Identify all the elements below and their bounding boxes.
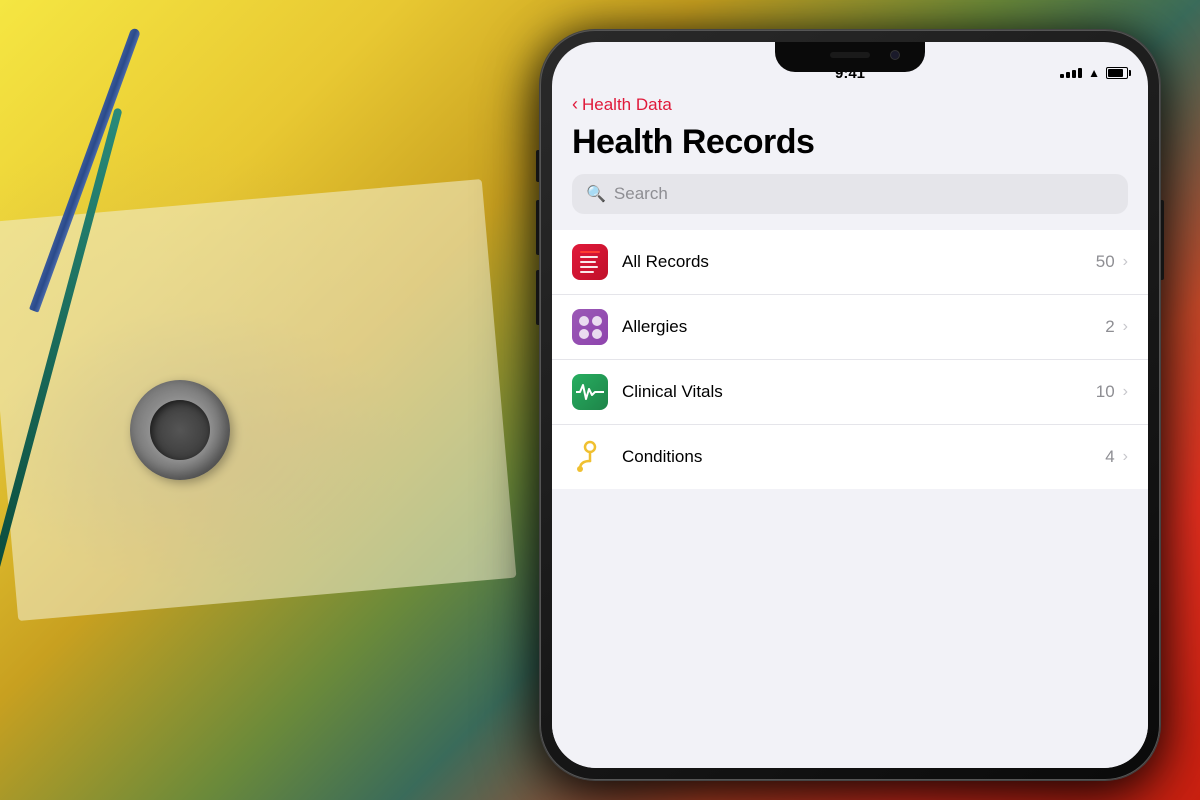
search-icon: 🔍 [586, 184, 606, 204]
conditions-count: 4 [1105, 447, 1114, 467]
all-records-label: All Records [622, 252, 1096, 272]
signal-bar-1 [1060, 74, 1064, 78]
dot-1 [579, 316, 589, 326]
conditions-icon [572, 439, 608, 475]
dot-2 [592, 316, 602, 326]
nav-bar: ‹ Health Data [552, 86, 1148, 119]
signal-bars [1060, 68, 1082, 78]
dot-4 [592, 329, 602, 339]
all-records-chevron: › [1123, 253, 1128, 271]
list-item-conditions[interactable]: Conditions 4 › [552, 425, 1148, 489]
clinical-vitals-count: 10 [1096, 382, 1115, 402]
phone-screen: 9:41 ▲ [552, 42, 1148, 768]
rec-line-red [580, 251, 600, 253]
notch [775, 42, 925, 72]
clinical-vitals-label: Clinical Vitals [622, 382, 1096, 402]
allergies-chevron: › [1123, 318, 1128, 336]
back-button[interactable]: ‹ Health Data [572, 94, 1128, 115]
list-item-all-records[interactable]: All Records 50 › [552, 230, 1148, 295]
signal-bar-4 [1078, 68, 1082, 78]
allergy-dots [574, 311, 607, 344]
rec-line-2 [580, 261, 596, 263]
conditions-svg [574, 439, 606, 475]
power-button [1160, 200, 1164, 280]
records-lines [576, 247, 604, 277]
signal-bar-3 [1072, 70, 1076, 78]
back-chevron-icon: ‹ [572, 94, 578, 115]
clinical-vitals-chevron: › [1123, 383, 1128, 401]
allergies-icon [572, 309, 608, 345]
rec-line-4 [580, 271, 594, 273]
allergies-label: Allergies [622, 317, 1105, 337]
battery-icon [1106, 67, 1128, 79]
battery-fill [1108, 69, 1123, 77]
list-item-clinical-vitals[interactable]: Clinical Vitals 10 › [552, 360, 1148, 425]
stethoscope-inner [150, 400, 210, 460]
list-item-allergies[interactable]: Allergies 2 › [552, 295, 1148, 360]
dot-3 [579, 329, 589, 339]
signal-bar-2 [1066, 72, 1070, 78]
conditions-chevron: › [1123, 448, 1128, 466]
page-title: Health Records [552, 119, 1148, 174]
all-records-count: 50 [1096, 252, 1115, 272]
vitals-icon [572, 374, 608, 410]
ecg-svg [576, 382, 604, 402]
conditions-label: Conditions [622, 447, 1105, 467]
records-list: All Records 50 › [552, 230, 1148, 489]
wifi-icon: ▲ [1088, 66, 1100, 80]
status-icons: ▲ [1060, 66, 1128, 80]
back-label: Health Data [582, 95, 672, 115]
rec-line-1 [580, 256, 598, 258]
all-records-icon [572, 244, 608, 280]
notch-camera [890, 50, 900, 60]
search-bar[interactable]: 🔍 Search [572, 174, 1128, 214]
app-content: ‹ Health Data Health Records 🔍 Search [552, 86, 1148, 768]
phone-container: 9:41 ▲ [540, 30, 1160, 780]
phone-frame: 9:41 ▲ [540, 30, 1160, 780]
search-placeholder: Search [614, 184, 668, 204]
notch-speaker [830, 52, 870, 58]
allergies-count: 2 [1105, 317, 1114, 337]
rec-line-3 [580, 266, 598, 268]
